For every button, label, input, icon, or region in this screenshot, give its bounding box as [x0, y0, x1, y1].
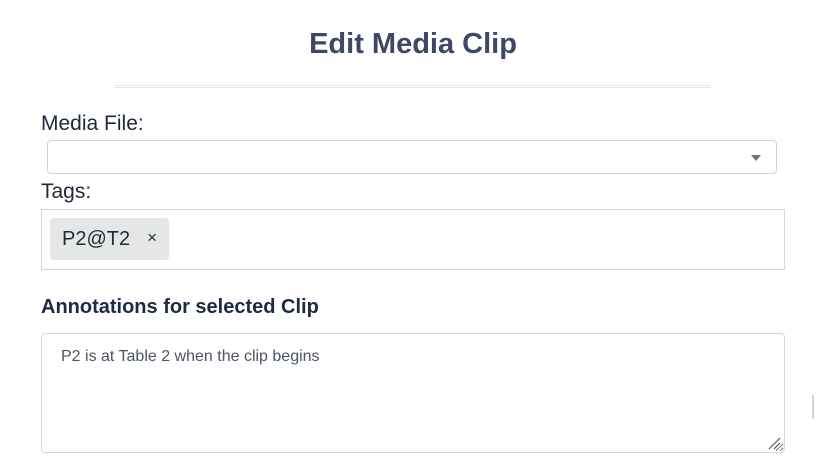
tag-chip: P2@T2 ×: [50, 218, 169, 260]
media-file-label: Media File:: [41, 112, 144, 135]
annotations-heading: Annotations for selected Clip: [41, 296, 319, 318]
annotations-textarea[interactable]: P2 is at Table 2 when the clip begins: [41, 333, 785, 453]
page-title: Edit Media Clip: [309, 28, 517, 60]
tags-label: Tags:: [41, 180, 92, 203]
chevron-down-icon[interactable]: [751, 155, 761, 161]
media-file-select[interactable]: [47, 140, 777, 174]
scrollbar-edge[interactable]: [812, 395, 814, 419]
close-icon[interactable]: ×: [147, 228, 157, 248]
tags-input[interactable]: P2@T2 ×: [41, 209, 785, 270]
resize-grip-icon[interactable]: [767, 436, 781, 450]
title-divider: [115, 85, 711, 88]
tag-chip-label: P2@T2: [62, 227, 131, 250]
